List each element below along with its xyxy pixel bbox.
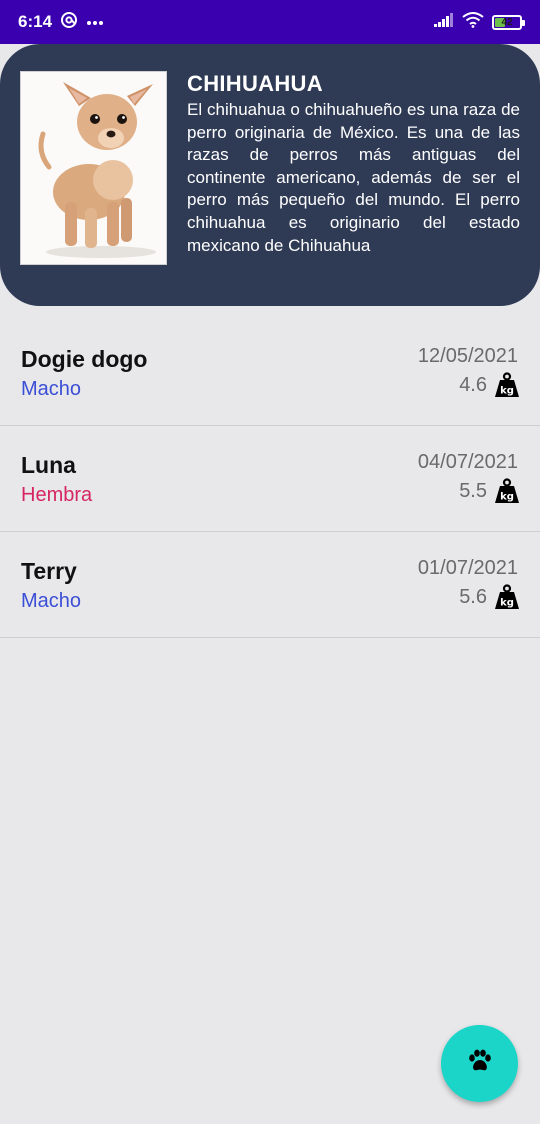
add-dog-fab-button[interactable] [441,1025,518,1102]
dog-weight: 5.5 [459,479,487,502]
svg-text:kg: kg [500,386,514,397]
svg-text:kg: kg [500,492,514,503]
status-time: 6:14 [18,12,53,31]
dog-name: Terry [21,558,77,584]
dog-list: Dogie dogo Macho 12/05/2021 4.6 kg Luna … [0,320,540,638]
dog-name: Luna [21,452,76,478]
list-item[interactable]: Luna Hembra 04/07/2021 5.5 kg [0,426,540,532]
svg-text:kg: kg [500,598,514,609]
dog-weight: 5.6 [459,585,487,608]
breed-title: CHIHUAHUA [187,71,323,96]
battery-icon: 42 [492,14,525,30]
chihuahua-photo [20,71,167,265]
list-item[interactable]: Dogie dogo Macho 12/05/2021 4.6 kg [0,320,540,426]
battery-level: 42 [501,16,513,28]
wifi-icon [462,11,484,33]
status-bar: 6:14 42 [0,0,540,44]
dog-weight: 4.6 [459,373,487,396]
dog-weight-group: 4.6 kg [459,372,520,398]
list-item[interactable]: Terry Macho 01/07/2021 5.6 kg [0,532,540,638]
paw-icon [467,1049,493,1078]
dog-sex: Hembra [21,484,93,506]
dog-sex: Macho [21,590,82,612]
kg-weight-icon: kg [494,584,520,610]
more-notifications-icon [86,13,104,31]
breed-description: El chihuahua o chihuahueño es una raza d… [187,100,520,255]
breed-header-card: CHIHUAHUA El chihuahua o chihuahueño es … [0,44,540,306]
dog-sex: Macho [21,378,82,400]
kg-weight-icon: kg [494,372,520,398]
at-sign-notification-icon [60,11,78,34]
dog-date: 01/07/2021 [417,557,518,579]
signal-icon [434,12,454,32]
dog-date: 04/07/2021 [417,451,518,473]
dog-name: Dogie dogo [21,346,148,372]
dog-weight-group: 5.5 kg [459,478,520,504]
kg-weight-icon: kg [494,478,520,504]
dog-weight-group: 5.6 kg [459,584,520,610]
dog-date: 12/05/2021 [417,345,518,367]
